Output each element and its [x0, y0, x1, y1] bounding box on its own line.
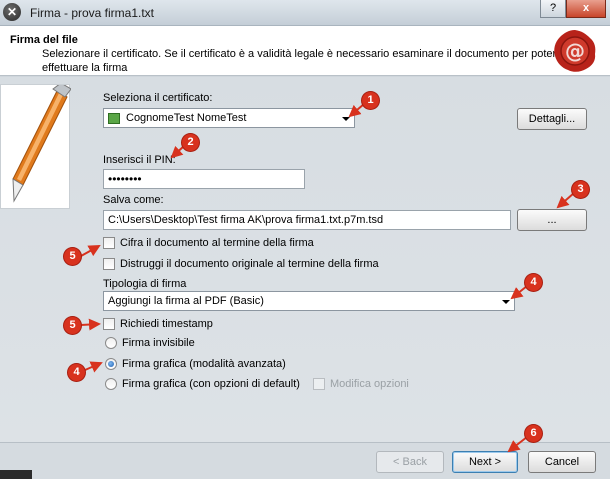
wax-seal-icon: @ [554, 30, 596, 72]
status-strip [0, 470, 32, 479]
details-button[interactable]: Dettagli... [517, 108, 587, 130]
browse-button[interactable]: ... [517, 209, 587, 231]
graphic-advanced-radio[interactable] [105, 358, 117, 370]
chevron-down-icon [502, 300, 510, 304]
chevron-down-icon [342, 117, 350, 121]
close-button[interactable]: x [566, 0, 606, 18]
encrypt-checkbox[interactable] [103, 237, 115, 249]
encrypt-label: Cifra il documento al termine della firm… [120, 237, 314, 249]
pen-icon [12, 82, 72, 203]
signature-type-label: Tipologia di firma [103, 278, 187, 290]
save-path-input[interactable]: C:\Users\Desktop\Test firma AK\prova fir… [103, 210, 511, 230]
wizard-footer [0, 442, 610, 479]
modify-options-checkbox[interactable] [313, 378, 325, 390]
annotation-badge-2: 2 [182, 134, 199, 151]
invisible-signature-label: Firma invisibile [122, 337, 195, 349]
back-button[interactable]: < Back [376, 451, 444, 473]
certificate-select[interactable]: CognomeTest NomeTest [103, 108, 355, 128]
certificate-selected: CognomeTest NomeTest [126, 112, 247, 124]
app-icon[interactable]: ✕ [3, 3, 21, 21]
destroy-checkbox[interactable] [103, 258, 115, 270]
save-as-label: Salva come: [103, 194, 164, 206]
timestamp-checkbox[interactable] [103, 318, 115, 330]
header-description: Selezionare il certificato. Se il certif… [42, 48, 557, 74]
annotation-badge-4-bottom: 4 [68, 364, 85, 381]
signature-type-select[interactable]: Aggiungi la firma al PDF (Basic) [103, 291, 515, 311]
graphic-advanced-label: Firma grafica (modalità avanzata) [122, 358, 286, 370]
annotation-badge-5-top: 5 [64, 248, 81, 265]
window-title: Firma - prova firma1.txt [30, 6, 155, 20]
svg-text:@: @ [565, 39, 585, 63]
modify-options-label: Modifica opzioni [330, 378, 409, 390]
certificate-icon [108, 113, 120, 124]
pin-label: Inserisci il PIN: [103, 154, 176, 166]
graphic-default-radio[interactable] [105, 378, 117, 390]
annotation-badge-6: 6 [525, 425, 542, 442]
pin-input[interactable]: •••••••• [103, 169, 305, 189]
cancel-button[interactable]: Cancel [528, 451, 596, 473]
help-button[interactable]: ? [540, 0, 566, 18]
destroy-label: Distruggi il documento originale al term… [120, 258, 379, 270]
signature-type-selected: Aggiungi la firma al PDF (Basic) [108, 295, 264, 307]
graphic-default-label: Firma grafica (con opzioni di default) [122, 378, 300, 390]
annotation-badge-4-top: 4 [525, 274, 542, 291]
annotation-badge-1: 1 [362, 92, 379, 109]
annotation-badge-5-bottom: 5 [64, 317, 81, 334]
next-button[interactable]: Next > [452, 451, 518, 473]
invisible-signature-radio[interactable] [105, 337, 117, 349]
annotation-badge-3: 3 [572, 181, 589, 198]
pen-illustration [0, 82, 72, 209]
certificate-label: Seleziona il certificato: [103, 92, 213, 104]
timestamp-label: Richiedi timestamp [120, 318, 213, 330]
pin-value: •••••••• [108, 172, 142, 186]
save-path-value: C:\Users\Desktop\Test firma AK\prova fir… [108, 214, 384, 226]
header-title: Firma del file [10, 34, 78, 46]
